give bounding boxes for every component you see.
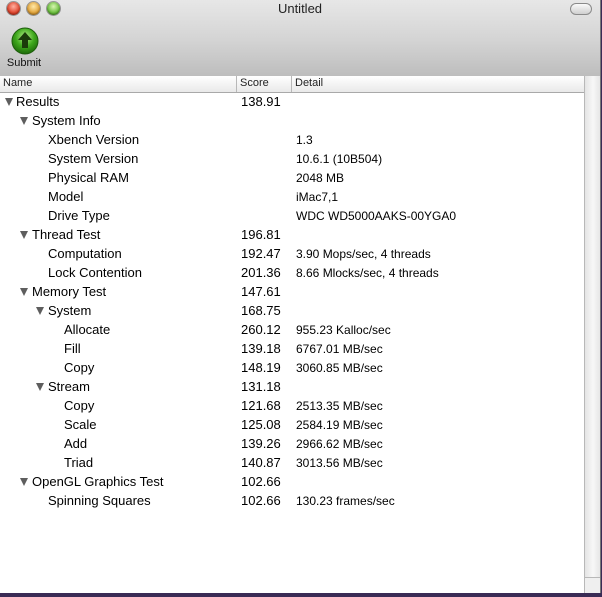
- row-detail: 955.23 Kalloc/sec: [296, 323, 391, 337]
- name-column-header[interactable]: Name: [0, 76, 237, 92]
- row-score: 201.36: [241, 265, 281, 280]
- row-score: 121.68: [241, 398, 281, 413]
- tree-row-opengl-test[interactable]: OpenGL Graphics Test 102.66: [0, 473, 584, 492]
- row-detail: 1.3: [296, 133, 313, 147]
- row-name: Allocate: [64, 322, 111, 337]
- disclosure-triangle-icon[interactable]: [20, 288, 28, 296]
- detail-column-header[interactable]: Detail: [292, 76, 584, 92]
- row-detail: WDC WD5000AAKS-00YGA0: [296, 209, 457, 223]
- window-title: Untitled: [277, 1, 323, 16]
- score-column-header[interactable]: Score: [237, 76, 292, 92]
- vertical-scrollbar[interactable]: [584, 76, 600, 577]
- row-score: 192.47: [241, 246, 281, 261]
- results-outline: Results 138.91 System Info Xbench Versio…: [0, 93, 584, 593]
- row-name: Copy: [64, 360, 95, 375]
- row-name: Fill: [64, 341, 81, 356]
- row-name: Results: [16, 94, 60, 109]
- row-name: Scale: [64, 417, 97, 432]
- row-name: Thread Test: [32, 227, 101, 242]
- tree-row[interactable]: Add 139.26 2966.62 MB/sec: [0, 435, 584, 454]
- resize-grip[interactable]: [584, 577, 600, 593]
- row-name: System: [48, 303, 92, 318]
- row-name: Lock Contention: [48, 265, 142, 280]
- row-score: 139.26: [241, 436, 281, 451]
- submit-button[interactable]: Submit: [3, 27, 45, 73]
- tree-row[interactable]: Allocate 260.12 955.23 Kalloc/sec: [0, 321, 584, 340]
- row-name: Stream: [48, 379, 90, 394]
- row-detail: 130.23 frames/sec: [296, 494, 395, 508]
- row-name: System Info: [32, 113, 101, 128]
- row-detail: 3013.56 MB/sec: [296, 456, 383, 470]
- disclosure-triangle-icon[interactable]: [20, 231, 28, 239]
- toolbar: Untitled Submit: [0, 0, 600, 77]
- row-score: 147.61: [241, 284, 281, 299]
- row-score: 168.75: [241, 303, 281, 318]
- tree-row-thread-test[interactable]: Thread Test 196.81: [0, 226, 584, 245]
- tree-row[interactable]: Fill 139.18 6767.01 MB/sec: [0, 340, 584, 359]
- row-score: 131.18: [241, 379, 281, 394]
- row-name: Computation: [48, 246, 122, 261]
- tree-row[interactable]: Computation 192.47 3.90 Mops/sec, 4 thre…: [0, 245, 584, 264]
- row-score: 102.66: [241, 493, 281, 508]
- row-name: Memory Test: [32, 284, 107, 299]
- row-name: Triad: [64, 455, 94, 470]
- row-detail: 10.6.1 (10B504): [296, 152, 383, 166]
- row-score: 260.12: [241, 322, 281, 337]
- tree-row[interactable]: Drive Type WDC WD5000AAKS-00YGA0: [0, 207, 584, 226]
- tree-row[interactable]: Model iMac7,1: [0, 188, 584, 207]
- row-detail: 3.90 Mops/sec, 4 threads: [296, 247, 431, 261]
- row-score: 102.66: [241, 474, 281, 489]
- tree-row[interactable]: Lock Contention 201.36 8.66 Mlocks/sec, …: [0, 264, 584, 283]
- upload-arrow-icon: [11, 27, 39, 55]
- tree-row-system-info[interactable]: System Info: [0, 112, 584, 131]
- tree-row[interactable]: Spinning Squares 102.66 130.23 frames/se…: [0, 492, 584, 511]
- tree-row[interactable]: Copy 148.19 3060.85 MB/sec: [0, 359, 584, 378]
- tree-row[interactable]: System Version 10.6.1 (10B504): [0, 150, 584, 169]
- row-detail: 8.66 Mlocks/sec, 4 threads: [296, 266, 439, 280]
- toolbar-toggle-button[interactable]: [570, 3, 592, 15]
- row-name: Model: [48, 189, 84, 204]
- row-name: OpenGL Graphics Test: [32, 474, 164, 489]
- tree-row[interactable]: Xbench Version 1.3: [0, 131, 584, 150]
- row-score: 148.19: [241, 360, 281, 375]
- row-detail: 2966.62 MB/sec: [296, 437, 383, 451]
- row-detail: 6767.01 MB/sec: [296, 342, 383, 356]
- row-score: 125.08: [241, 417, 281, 432]
- tree-row-memory-test[interactable]: Memory Test 147.61: [0, 283, 584, 302]
- tree-row[interactable]: Scale 125.08 2584.19 MB/sec: [0, 416, 584, 435]
- row-detail: 2513.35 MB/sec: [296, 399, 383, 413]
- tree-row[interactable]: Triad 140.87 3013.56 MB/sec: [0, 454, 584, 473]
- xbench-window: Untitled Submit Name Score Detail Result…: [0, 0, 601, 593]
- tree-row-memory-system[interactable]: System 168.75: [0, 302, 584, 321]
- row-detail: 2048 MB: [296, 171, 345, 185]
- row-score: 138.91: [241, 94, 281, 109]
- row-score: 196.81: [241, 227, 281, 242]
- row-name: Drive Type: [48, 208, 110, 223]
- row-name: Spinning Squares: [48, 493, 151, 508]
- row-name: System Version: [48, 151, 139, 166]
- disclosure-triangle-icon[interactable]: [36, 307, 44, 315]
- tree-row[interactable]: Physical RAM 2048 MB: [0, 169, 584, 188]
- disclosure-triangle-icon[interactable]: [36, 383, 44, 391]
- row-name: Xbench Version: [48, 132, 140, 147]
- column-header: Name Score Detail: [0, 76, 584, 93]
- tree-row-stream[interactable]: Stream 131.18: [0, 378, 584, 397]
- disclosure-triangle-icon[interactable]: [20, 117, 28, 125]
- row-name: Copy: [64, 398, 95, 413]
- row-name: Physical RAM: [48, 170, 129, 185]
- row-detail: 3060.85 MB/sec: [296, 361, 383, 375]
- row-name: Add: [64, 436, 88, 451]
- disclosure-triangle-icon[interactable]: [20, 478, 28, 486]
- disclosure-triangle-icon[interactable]: [5, 98, 13, 106]
- row-detail: 2584.19 MB/sec: [296, 418, 383, 432]
- row-score: 140.87: [241, 455, 281, 470]
- tree-row-results[interactable]: Results 138.91: [0, 93, 584, 112]
- tree-row[interactable]: Copy 121.68 2513.35 MB/sec: [0, 397, 584, 416]
- submit-label: Submit: [6, 57, 42, 69]
- row-detail: iMac7,1: [296, 190, 339, 204]
- row-score: 139.18: [241, 341, 281, 356]
